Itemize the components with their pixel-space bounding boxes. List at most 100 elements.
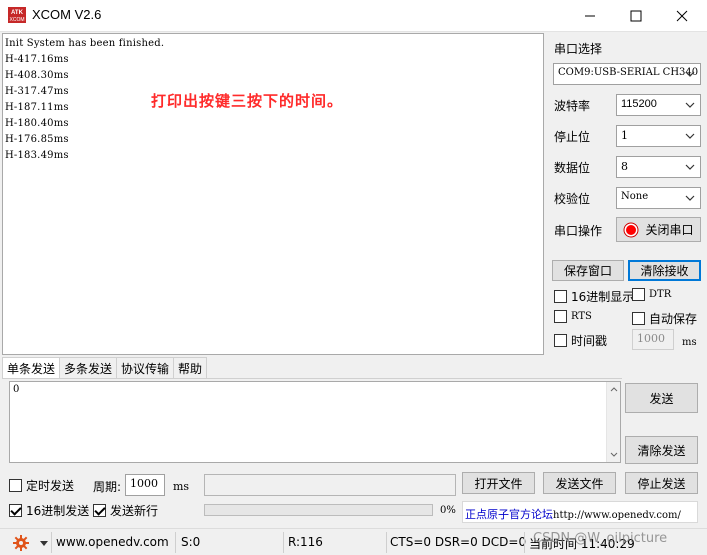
save-window-button[interactable]: 保存窗口 [552, 260, 624, 281]
clear-send-button[interactable]: 清除发送 [625, 436, 698, 464]
rts-label: RTS [571, 311, 592, 322]
checkbox-box [554, 310, 567, 323]
checkbox-box [93, 504, 106, 517]
maximize-icon [630, 10, 642, 21]
checkbox-box [9, 479, 22, 492]
receive-line: H-180.40ms [5, 118, 69, 129]
close-port-label: 关闭串口 [645, 223, 694, 237]
checkbox-box [632, 312, 645, 325]
send-newline-checkbox[interactable]: 发送新行 [93, 502, 158, 519]
forum-prefix: 正点原子官方论坛 [465, 508, 553, 521]
hex-display-label: 16进制显示 [571, 290, 635, 304]
auto-save-label: 自动保存 [649, 312, 698, 326]
tab-help[interactable]: 帮助 [173, 357, 208, 378]
receive-line: H-183.49ms [5, 150, 69, 161]
annotation-text: 打印出按键三按下的时间。 [151, 92, 344, 110]
receive-line: H-408.30ms [5, 70, 69, 81]
timestamp-unit: ms [682, 337, 697, 348]
send-scrollbar[interactable] [606, 382, 620, 462]
tab-single-send[interactable]: 单条发送 [2, 357, 61, 379]
open-file-button[interactable]: 打开文件 [462, 472, 535, 494]
maximize-button[interactable] [613, 0, 659, 31]
send-file-button[interactable]: 发送文件 [543, 472, 616, 494]
serial-op-label: 串口操作 [554, 224, 603, 238]
tab-multi-send[interactable]: 多条发送 [59, 357, 118, 378]
send-button[interactable]: 发送 [625, 383, 698, 413]
close-port-button[interactable]: 关闭串口 [616, 217, 701, 242]
app-logo: ATK XCOM [8, 7, 26, 23]
title-bar: ATK XCOM XCOM V2.6 [0, 0, 707, 32]
tab-protocol[interactable]: 协议传输 [116, 357, 175, 378]
gear-icon[interactable] [12, 535, 30, 551]
receive-line: H-187.11ms [5, 102, 69, 113]
timed-send-checkbox[interactable]: 定时发送 [9, 477, 74, 494]
hex-send-label: 16进制发送 [26, 504, 90, 518]
file-path-input[interactable] [204, 474, 456, 496]
auto-save-checkbox[interactable]: 自动保存 [632, 310, 697, 327]
parity-select[interactable]: None [616, 187, 701, 209]
parity-value: None [621, 191, 649, 202]
status-separator [51, 532, 52, 553]
svg-text:XCOM: XCOM [10, 17, 25, 23]
hex-send-checkbox[interactable]: 16进制发送 [9, 502, 89, 519]
status-bar: www.openedv.com S:0 R:116 CTS=0 DSR=0 DC… [0, 528, 707, 555]
parity-label: 校验位 [554, 192, 591, 206]
status-separator [386, 532, 387, 553]
status-url[interactable]: www.openedv.com [56, 535, 169, 549]
baud-select[interactable]: 115200 [616, 94, 701, 116]
status-signals: CTS=0 DSR=0 DCD=0 [390, 535, 527, 549]
minimize-button[interactable] [567, 0, 613, 31]
stop-send-button[interactable]: 停止发送 [625, 472, 698, 494]
send-input[interactable]: 0 [9, 381, 621, 463]
timestamp-checkbox[interactable]: 时间戳 [554, 332, 607, 349]
send-newline-label: 发送新行 [110, 504, 159, 518]
minimize-icon [585, 15, 595, 16]
hex-display-checkbox[interactable]: 16进制显示 [554, 288, 634, 305]
port-label: 串口选择 [554, 42, 603, 56]
period-unit: ms [173, 480, 190, 493]
stopbit-label: 停止位 [554, 130, 591, 144]
status-separator [283, 532, 284, 553]
databit-select[interactable]: 8 [616, 156, 701, 178]
period-input[interactable]: 1000 [125, 474, 165, 496]
databit-value: 8 [621, 160, 628, 173]
port-status-icon [623, 222, 639, 237]
receive-line: Init System has been finished. [5, 38, 165, 49]
close-icon [676, 10, 688, 21]
clear-receive-button[interactable]: 清除接收 [628, 260, 701, 281]
forum-link[interactable]: 正点原子官方论坛http://www.openedv.com/ [462, 501, 698, 523]
send-progress-bar [204, 504, 433, 516]
port-value: COM9:USB-SERIAL CH340 [558, 67, 699, 78]
checkbox-box [554, 290, 567, 303]
status-received-count: R:116 [288, 535, 323, 549]
checkbox-box [9, 504, 22, 517]
window-title: XCOM V2.6 [32, 7, 102, 22]
stopbit-select[interactable]: 1 [616, 125, 701, 147]
close-button[interactable] [659, 0, 705, 31]
rts-checkbox[interactable]: RTS [554, 310, 592, 323]
send-tabs: 单条发送 多条发送 协议传输 帮助 [2, 357, 208, 379]
checkbox-box [632, 288, 645, 301]
baud-label: 波特率 [554, 99, 591, 113]
checkbox-box [554, 334, 567, 347]
send-content: 0 [13, 384, 20, 395]
receive-text: Init System has been finished. H-417.16m… [5, 36, 164, 164]
progress-label: 0% [440, 505, 456, 516]
forum-url: http://www.openedv.com/ [553, 510, 681, 521]
timestamp-interval-input[interactable]: 1000 [632, 329, 674, 350]
svg-text:ATK: ATK [11, 10, 24, 16]
databit-label: 数据位 [554, 161, 591, 175]
port-select[interactable]: COM9:USB-SERIAL CH340 [553, 63, 701, 85]
stopbit-value: 1 [621, 129, 628, 142]
status-separator [175, 532, 176, 553]
baud-value: 115200 [621, 98, 657, 110]
dtr-label: DTR [649, 289, 672, 300]
watermark-text: CSDN @W_oilpicture [533, 531, 668, 546]
chevron-down-icon [685, 195, 695, 201]
receive-area[interactable]: Init System has been finished. H-417.16m… [2, 33, 544, 355]
chevron-down-icon [685, 164, 695, 170]
scroll-down-icon [610, 452, 618, 457]
scroll-up-icon [610, 387, 618, 392]
dtr-checkbox[interactable]: DTR [632, 288, 671, 301]
chevron-down-icon[interactable] [40, 541, 48, 546]
